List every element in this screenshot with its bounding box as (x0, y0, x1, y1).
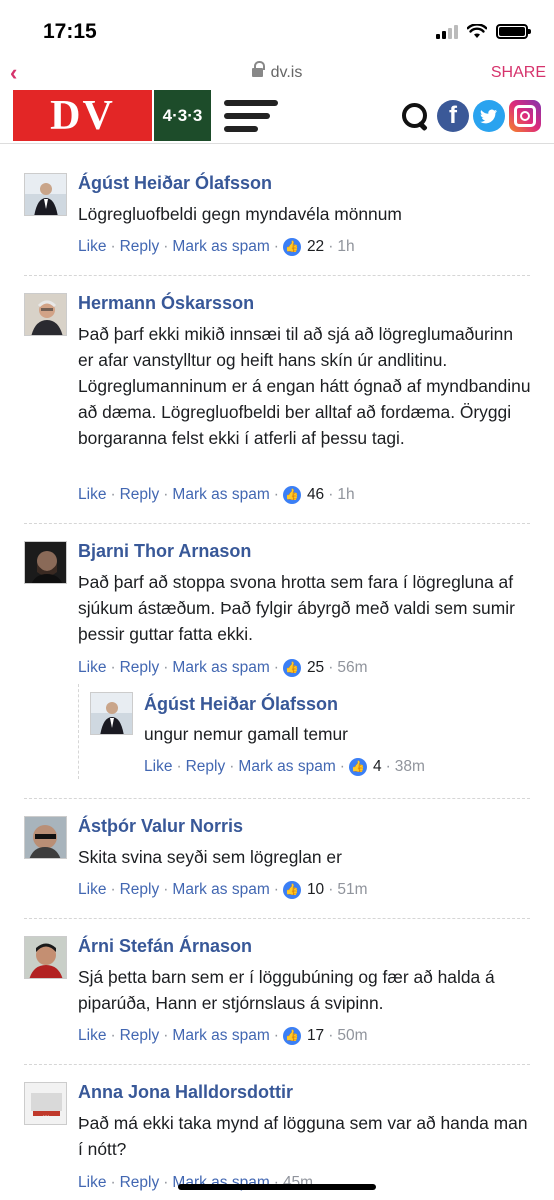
comment-actions: Like · Reply · Mark as spam · 👍 10 · 51m (78, 881, 368, 899)
avatar[interactable] (24, 293, 67, 336)
reply-link[interactable]: Reply (186, 758, 226, 776)
instagram-icon[interactable] (509, 100, 541, 132)
svg-text:....: .... (43, 1112, 50, 1118)
like-count: 25 (306, 659, 325, 676)
status-time: 17:15 (43, 20, 97, 43)
comment-divider (24, 1064, 530, 1065)
like-link[interactable]: Like (78, 881, 106, 899)
commenter-name[interactable]: Bjarni Thor Arnason (78, 541, 251, 562)
reply-link[interactable]: Reply (120, 486, 160, 504)
thumbs-up-icon: 👍 (348, 758, 367, 776)
share-button[interactable]: SHARE (491, 64, 546, 82)
logo-433[interactable]: 4·3·3 (154, 90, 211, 141)
like-link[interactable]: Like (78, 1027, 106, 1045)
thumbs-up-icon: 👍 (282, 1027, 301, 1045)
comment-text: ungur nemur gamall temur (144, 724, 348, 744)
cellular-signal-icon (436, 24, 458, 39)
mark-as-spam-link[interactable]: Mark as spam (172, 881, 269, 899)
reply-thread: Ágúst Heiðar Ólafsson ungur nemur gamall… (78, 684, 530, 779)
reply-link[interactable]: Reply (120, 1027, 160, 1045)
comment-text: Lögregluofbeldi gegn myndavéla mönnum (78, 204, 402, 224)
comment: .... Anna Jona Halldorsdottir Það má ekk… (24, 1082, 530, 1200)
thumbs-up-icon: 👍 (282, 881, 301, 899)
reply-link[interactable]: Reply (120, 238, 160, 256)
url-text: dv.is (270, 64, 303, 81)
reply-link[interactable]: Reply (120, 1174, 160, 1192)
commenter-name[interactable]: Ágúst Heiðar Ólafsson (144, 694, 338, 715)
battery-icon (496, 24, 531, 39)
comment-divider (24, 275, 530, 276)
comment-divider (24, 798, 530, 799)
thumbs-up-icon: 👍 (282, 659, 301, 677)
like-link[interactable]: Like (78, 659, 106, 677)
wifi-icon (467, 24, 487, 38)
avatar[interactable]: .... (24, 1082, 67, 1125)
browser-bar: ‹ dv.is SHARE (0, 60, 554, 88)
thumbs-up-icon: 👍 (282, 238, 301, 256)
like-count: 22 (306, 238, 325, 255)
comment-text: Það má ekki taka mynd af lögguna sem var… (78, 1113, 528, 1159)
timestamp[interactable]: 38m (395, 758, 425, 776)
avatar[interactable] (90, 692, 133, 735)
commenter-name[interactable]: Ástþór Valur Norris (78, 816, 243, 837)
twitter-icon[interactable] (473, 100, 505, 132)
timestamp[interactable]: 50m (337, 1027, 367, 1045)
mark-as-spam-link[interactable]: Mark as spam (172, 238, 269, 256)
mark-as-spam-link[interactable]: Mark as spam (238, 758, 335, 776)
url-display[interactable]: dv.is (0, 61, 554, 82)
comment: Ágúst Heiðar Ólafsson Lögregluofbeldi ge… (24, 173, 530, 263)
site-header: DV 4·3·3 f (0, 90, 554, 144)
comment: Bjarni Thor Arnason Það þarf að stoppa s… (24, 541, 530, 786)
comment-text: Það þarf að stoppa svona hrotta sem fara… (78, 572, 515, 644)
like-link[interactable]: Like (78, 238, 106, 256)
commenter-name[interactable]: Anna Jona Halldorsdottir (78, 1082, 293, 1103)
like-link[interactable]: Like (78, 1174, 106, 1192)
timestamp[interactable]: 1h (337, 238, 354, 256)
timestamp[interactable]: 51m (337, 881, 367, 899)
comment-text: Sjá þetta barn sem er í löggubúning og f… (78, 967, 495, 1013)
search-icon[interactable] (399, 100, 431, 132)
lock-icon (251, 61, 265, 78)
comment-text: Það þarf ekki mikið innsæi til að sjá að… (78, 324, 531, 448)
status-bar: 17:15 (0, 0, 554, 62)
like-link[interactable]: Like (78, 486, 106, 504)
reply-link[interactable]: Reply (120, 881, 160, 899)
comment-actions: Like · Reply · Mark as spam · 👍 17 · 50m (78, 1027, 368, 1045)
dv-logo[interactable]: DV (13, 90, 152, 141)
comment-actions: Like · Reply · Mark as spam · 👍 46 · 1h (78, 486, 355, 504)
like-count: 46 (306, 486, 325, 503)
comment-divider (24, 523, 530, 524)
mark-as-spam-link[interactable]: Mark as spam (172, 1027, 269, 1045)
reply-link[interactable]: Reply (120, 659, 160, 677)
like-link[interactable]: Like (144, 758, 172, 776)
comment-actions: Like · Reply · Mark as spam · 👍 25 · 56m (78, 659, 368, 677)
avatar[interactable] (24, 936, 67, 979)
comment: Ástþór Valur Norris Skita svina seyði se… (24, 816, 530, 906)
thumbs-up-icon: 👍 (282, 486, 301, 504)
status-icons (436, 24, 531, 39)
comment-actions: Like · Reply · Mark as spam · 👍 4 · 38m (144, 758, 425, 776)
comment: Hermann Óskarsson Það þarf ekki mikið in… (24, 293, 531, 513)
menu-icon[interactable] (224, 100, 278, 132)
timestamp[interactable]: 1h (337, 486, 354, 504)
avatar[interactable] (24, 816, 67, 859)
like-count: 4 (372, 758, 382, 775)
commenter-name[interactable]: Árni Stefán Árnason (78, 936, 252, 957)
home-indicator[interactable] (178, 1184, 376, 1190)
comment-actions: Like · Reply · Mark as spam · 👍 22 · 1h (78, 238, 355, 256)
facebook-icon[interactable]: f (437, 100, 469, 132)
like-count: 17 (306, 1027, 325, 1044)
comment-divider (24, 918, 530, 919)
timestamp[interactable]: 56m (337, 659, 367, 677)
header-icons: f (399, 100, 541, 132)
avatar[interactable] (24, 541, 67, 584)
mark-as-spam-link[interactable]: Mark as spam (172, 659, 269, 677)
comment: Árni Stefán Árnason Sjá þetta barn sem e… (24, 936, 530, 1056)
mark-as-spam-link[interactable]: Mark as spam (172, 486, 269, 504)
commenter-name[interactable]: Hermann Óskarsson (78, 293, 254, 314)
avatar[interactable] (24, 173, 67, 216)
like-count: 10 (306, 881, 325, 898)
commenter-name[interactable]: Ágúst Heiðar Ólafsson (78, 173, 272, 194)
comment-text: Skita svina seyði sem lögreglan er (78, 847, 342, 867)
